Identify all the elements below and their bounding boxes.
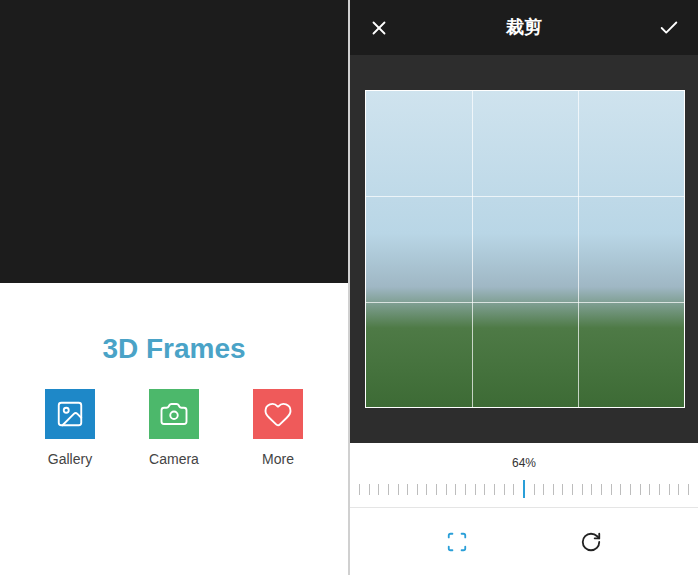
slider-tick bbox=[398, 484, 399, 495]
slider-tick bbox=[688, 484, 689, 495]
launcher-panel: 3D Frames Gallery Camera More bbox=[0, 0, 348, 575]
slider-tick bbox=[611, 484, 612, 495]
grid-line bbox=[366, 302, 684, 303]
slider-tick bbox=[669, 484, 670, 495]
close-icon[interactable] bbox=[368, 17, 390, 39]
grid-line bbox=[366, 196, 684, 197]
slider-tick bbox=[436, 484, 437, 495]
slider-tick bbox=[620, 484, 621, 495]
slider-tick bbox=[359, 484, 360, 495]
slider-tick bbox=[369, 484, 370, 495]
rotate-icon[interactable] bbox=[580, 531, 602, 553]
photo[interactable] bbox=[365, 90, 685, 408]
launcher-button[interactable]: More bbox=[253, 389, 303, 470]
launcher-button[interactable]: Camera bbox=[149, 389, 199, 470]
camera-icon bbox=[159, 399, 189, 429]
tool-bar bbox=[350, 508, 698, 575]
slider-tick bbox=[417, 484, 418, 495]
slider-tick bbox=[455, 484, 456, 495]
slider-tick bbox=[582, 484, 583, 495]
grid-line bbox=[578, 91, 579, 407]
slider-ruler[interactable] bbox=[359, 479, 689, 499]
app: 3D Frames Gallery Camera More 裁剪 64% bbox=[0, 0, 698, 575]
launcher-button-label: Gallery bbox=[48, 449, 92, 470]
slider-tick bbox=[601, 484, 602, 495]
gallery-icon bbox=[55, 399, 85, 429]
slider-tick bbox=[572, 484, 573, 495]
slider-tick bbox=[553, 484, 554, 495]
launcher-button-tile bbox=[149, 389, 199, 439]
slider-tick bbox=[543, 484, 544, 495]
slider-tick bbox=[504, 484, 505, 495]
slider-tick bbox=[678, 484, 679, 495]
slider-tick bbox=[659, 484, 660, 495]
slider-tick bbox=[465, 484, 466, 495]
crop-canvas bbox=[350, 55, 698, 443]
editor-controls: 64% bbox=[350, 443, 698, 575]
slider-tick bbox=[630, 484, 631, 495]
slider-tick bbox=[378, 484, 379, 495]
crop-icon[interactable] bbox=[446, 531, 468, 553]
slider-tick bbox=[426, 484, 427, 495]
preview-area bbox=[0, 0, 348, 283]
editor-header: 裁剪 bbox=[350, 0, 698, 55]
slider-tick bbox=[513, 484, 514, 495]
editor-panel: 裁剪 64% bbox=[350, 0, 698, 575]
slider-tick bbox=[534, 484, 535, 495]
slider-tick bbox=[562, 484, 563, 495]
app-title: 3D Frames bbox=[102, 331, 245, 367]
launcher-buttons: Gallery Camera More bbox=[45, 389, 303, 470]
launcher-button[interactable]: Gallery bbox=[45, 389, 95, 470]
launcher-button-tile bbox=[45, 389, 95, 439]
grid-line bbox=[472, 91, 473, 407]
editor-title: 裁剪 bbox=[506, 14, 542, 41]
slider-tick bbox=[484, 484, 485, 495]
launcher-button-tile bbox=[253, 389, 303, 439]
slider-tick bbox=[475, 484, 476, 495]
slider-reading: 64% bbox=[512, 455, 536, 471]
launcher-button-label: Camera bbox=[149, 449, 199, 470]
slider-tick bbox=[446, 484, 447, 495]
slider-tick bbox=[388, 484, 389, 495]
launcher-button-label: More bbox=[262, 449, 294, 470]
confirm-icon[interactable] bbox=[658, 17, 680, 39]
slider-tick bbox=[640, 484, 641, 495]
slider-tick bbox=[494, 484, 495, 495]
slider-section: 64% bbox=[350, 443, 698, 508]
launcher-menu: 3D Frames Gallery Camera More bbox=[0, 283, 348, 575]
more-icon bbox=[263, 399, 293, 429]
slider-tick bbox=[649, 484, 650, 495]
slider-tick bbox=[523, 480, 525, 498]
slider-tick bbox=[407, 484, 408, 495]
slider-tick bbox=[591, 484, 592, 495]
